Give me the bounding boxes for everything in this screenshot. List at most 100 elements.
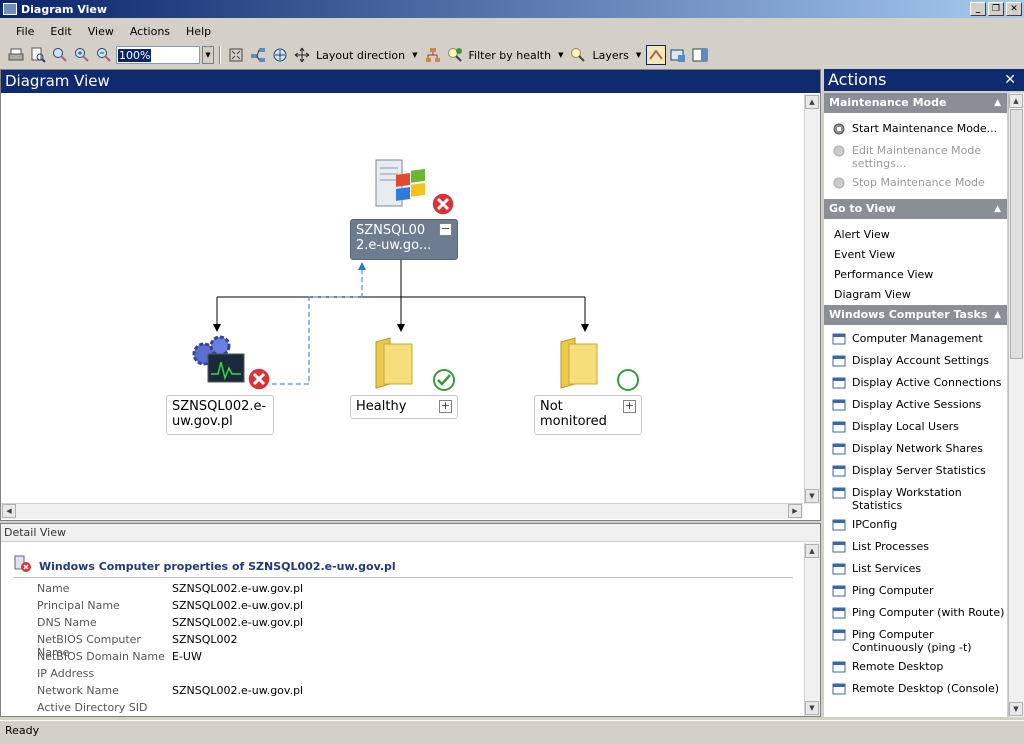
actions-vertical-scrollbar[interactable]: ▲ ▼ [1008, 93, 1024, 717]
zoom-out-icon[interactable] [94, 45, 114, 65]
diagram-horizontal-scrollbar[interactable]: ◀ ▶ [1, 503, 803, 519]
action-edit-maintenance[interactable]: Edit Maintenance Mode settings... [824, 141, 1007, 173]
print-preview-icon[interactable] [28, 45, 48, 65]
layers-icon[interactable] [568, 45, 588, 65]
diagram-canvas[interactable]: SZNSQL00 2.e-uw.go... − SZNSQL002.e- uw.… [2, 94, 805, 500]
property-row: DNS Name SZNSQL002.e-uw.gov.pl [37, 616, 303, 633]
zoom-dropdown-button[interactable]: ▼ [202, 46, 214, 64]
action-label: Remote Desktop (Console) [852, 682, 1000, 695]
center-icon[interactable] [270, 45, 290, 65]
scroll-left-button[interactable]: ◀ [2, 504, 16, 518]
task-item[interactable]: Display Active Sessions [824, 395, 1007, 417]
child-node-label-line1: Healthy [356, 399, 407, 414]
hierarchy-icon[interactable] [423, 45, 443, 65]
layout-direction-icon[interactable] [292, 45, 312, 65]
property-value: SZNSQL002.e-uw.gov.pl [172, 616, 304, 629]
layers-label[interactable]: Layers [590, 49, 630, 62]
task-item[interactable]: Display Local Users [824, 417, 1007, 439]
task-item[interactable]: Display Network Shares [824, 439, 1007, 461]
detail-pane-toggle-icon[interactable] [690, 45, 710, 65]
task-item[interactable]: Display Active Connections [824, 373, 1007, 395]
filter-by-health-icon[interactable] [445, 45, 465, 65]
property-key: Name [37, 582, 70, 595]
menu-file[interactable]: File [8, 25, 42, 38]
section-title: Windows Computer Tasks [829, 308, 988, 321]
task-item[interactable]: Ping Computer [824, 581, 1007, 603]
collapse-caret-icon[interactable]: ▲ [994, 305, 1001, 325]
action-label: Ping Computer [852, 584, 934, 597]
scroll-down-button[interactable]: ▼ [805, 701, 819, 715]
action-alert-view[interactable]: Alert View [824, 225, 1007, 245]
action-diagram-view[interactable]: Diagram View [824, 285, 1007, 305]
collapse-button[interactable]: − [439, 223, 452, 236]
action-stop-maintenance[interactable]: Stop Maintenance Mode [824, 173, 1007, 195]
action-label: Ping Computer Continuously (ping -t) [852, 628, 972, 654]
status-bar: Ready [0, 720, 1024, 744]
action-label: Edit Maintenance Mode settings... [852, 144, 982, 170]
diagram-connectors [213, 260, 589, 385]
properties-icon[interactable] [668, 45, 688, 65]
zoom-in-icon[interactable] [72, 45, 92, 65]
action-label: Display Workstation Statistics [852, 486, 962, 512]
section-go-to-view[interactable]: Go to View ▲ [824, 199, 1007, 219]
links-toggle-icon[interactable] [646, 45, 667, 65]
critical-status-icon [431, 192, 455, 219]
diagram-vertical-scrollbar[interactable]: ▲ ▼ [804, 94, 820, 504]
menu-actions[interactable]: Actions [122, 25, 178, 38]
scroll-thumb[interactable] [1010, 109, 1023, 359]
property-key: Principal Name [37, 599, 120, 612]
diagram-pane: Diagram View SZNSQL00 2.e-uw.go... − SZN… [0, 69, 821, 521]
menu-view[interactable]: View [80, 25, 122, 38]
task-item[interactable]: Display Server Statistics [824, 461, 1007, 483]
collapse-caret-icon[interactable]: ▲ [994, 93, 1001, 113]
menu-edit[interactable]: Edit [42, 25, 79, 38]
task-item[interactable]: Computer Management [824, 329, 1007, 351]
section-windows-computer-tasks[interactable]: Windows Computer Tasks ▲ [824, 305, 1007, 325]
action-label: Ping Computer (with Route) [852, 606, 1005, 619]
layout-direction-dropdown[interactable]: ▼ [409, 51, 420, 59]
layout-icon[interactable] [248, 45, 268, 65]
task-item[interactable]: List Services [824, 559, 1007, 581]
zoom-icon[interactable] [50, 45, 70, 65]
section-maintenance-mode[interactable]: Maintenance Mode ▲ [824, 93, 1007, 113]
task-item[interactable]: List Processes [824, 537, 1007, 559]
child-node-computer[interactable]: SZNSQL002.e- uw.gov.pl [166, 395, 274, 435]
fit-to-window-icon[interactable] [226, 45, 246, 65]
expand-button[interactable]: + [439, 400, 452, 413]
expand-button[interactable]: + [623, 400, 636, 413]
action-event-view[interactable]: Event View [824, 245, 1007, 265]
property-row: Principal Name SZNSQL002.e-uw.gov.pl [37, 599, 303, 616]
zoom-input[interactable]: 100% [116, 46, 200, 64]
filter-by-health-dropdown[interactable]: ▼ [555, 51, 566, 59]
scroll-right-button[interactable]: ▶ [788, 504, 802, 518]
action-performance-view[interactable]: Performance View [824, 265, 1007, 285]
scroll-down-button[interactable]: ▼ [805, 489, 819, 503]
layout-direction-label[interactable]: Layout direction [314, 49, 407, 62]
task-item[interactable]: Remote Desktop [824, 657, 1007, 679]
scroll-up-button[interactable]: ▲ [1009, 94, 1023, 108]
detail-divider [13, 577, 793, 578]
child-node-label-line2: uw.gov.pl [172, 414, 233, 429]
task-item[interactable]: Ping Computer (with Route) [824, 603, 1007, 625]
filter-by-health-label[interactable]: Filter by health [467, 49, 554, 62]
scroll-up-button[interactable]: ▲ [805, 544, 819, 558]
restore-button[interactable]: ❐ [988, 2, 1004, 16]
scroll-down-button[interactable]: ▼ [1009, 702, 1023, 716]
detail-vertical-scrollbar[interactable]: ▲ ▼ [804, 543, 820, 716]
task-item[interactable]: IPConfig [824, 515, 1007, 537]
print-icon[interactable] [6, 45, 26, 65]
layers-dropdown[interactable]: ▼ [633, 51, 644, 59]
menu-help[interactable]: Help [178, 25, 219, 38]
collapse-caret-icon[interactable]: ▲ [994, 199, 1001, 219]
task-item[interactable]: Ping Computer Continuously (ping -t) [824, 625, 1007, 657]
task-item[interactable]: Display Workstation Statistics [824, 483, 1007, 515]
task-item[interactable]: Display Account Settings [824, 351, 1007, 373]
task-item[interactable]: Remote Desktop (Console) [824, 679, 1007, 701]
close-button[interactable]: ✕ [1006, 2, 1022, 16]
close-actions-icon[interactable]: ✕ [1004, 69, 1016, 91]
action-label: Display Server Statistics [852, 464, 986, 477]
action-label: Performance View [834, 268, 934, 281]
scroll-up-button[interactable]: ▲ [805, 95, 819, 109]
minimize-button[interactable]: _ [970, 2, 986, 16]
action-start-maintenance[interactable]: Start Maintenance Mode... [824, 119, 1007, 141]
